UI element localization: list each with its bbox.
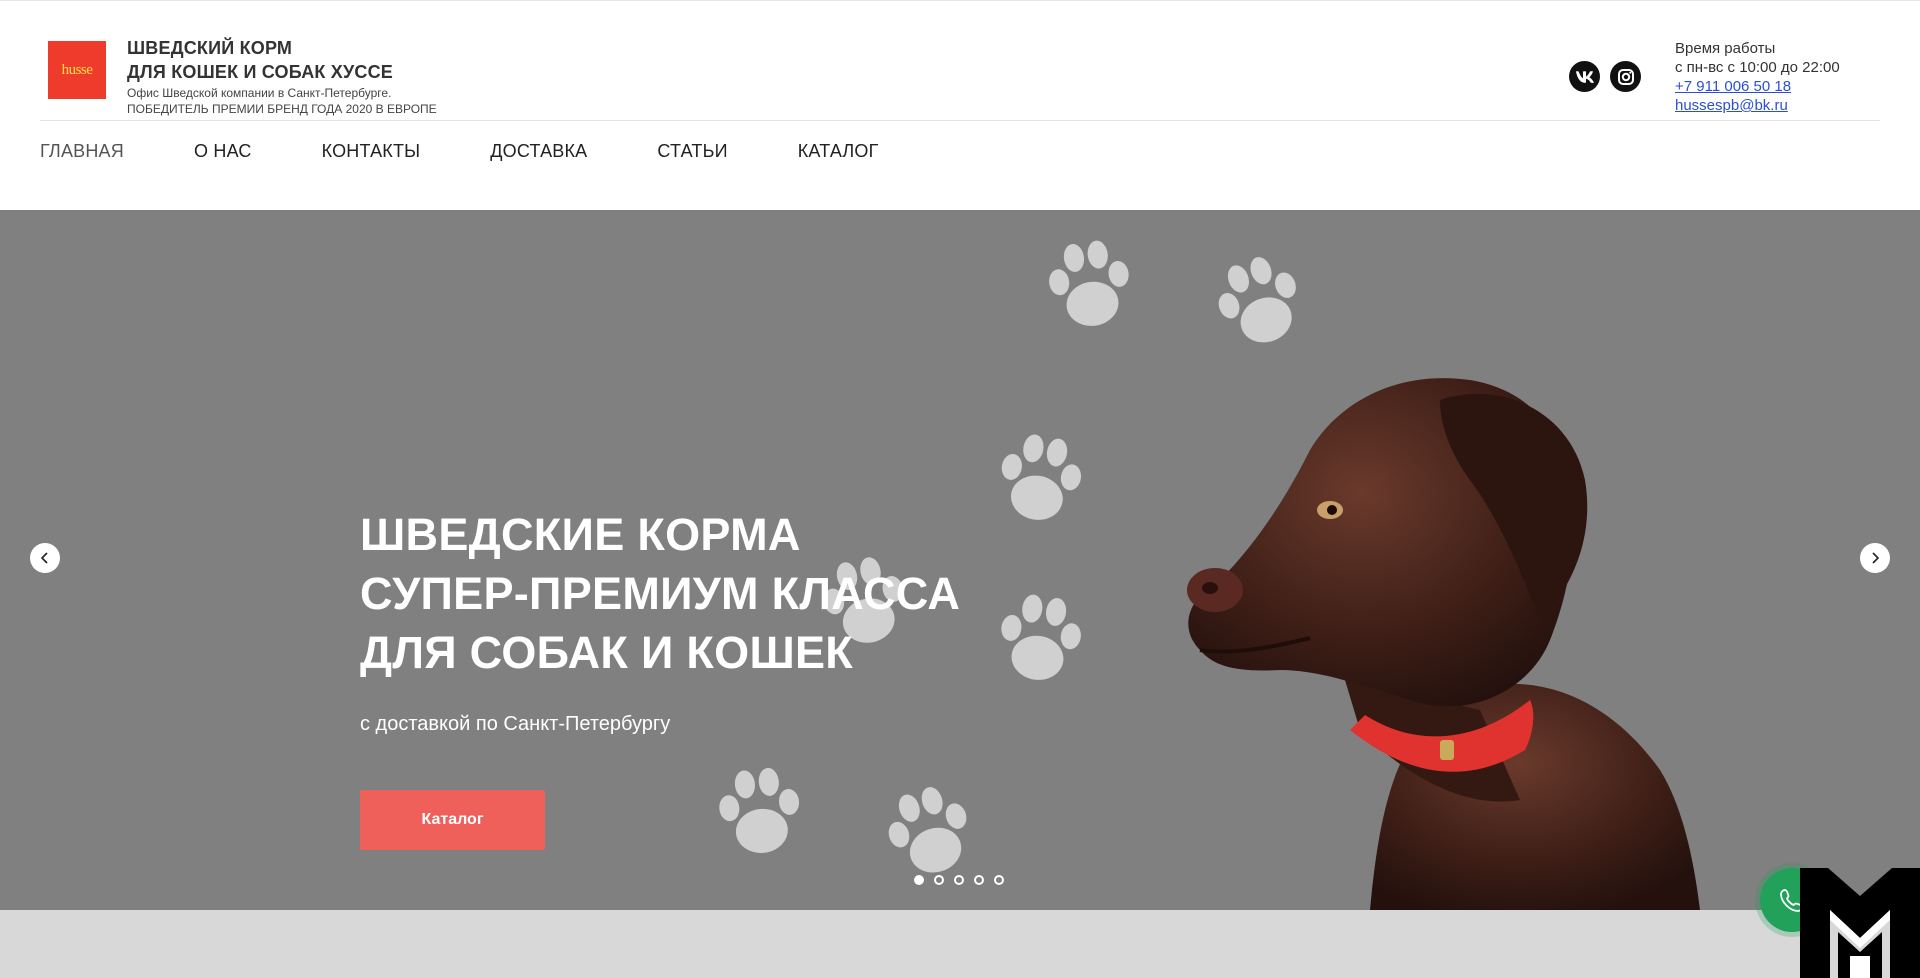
- brand-title-line-2: ДЛЯ КОШЕК И СОБАК ХУССЕ: [127, 62, 393, 82]
- dog-image: [1187, 378, 1700, 910]
- next-section: [0, 910, 1920, 978]
- instagram-icon[interactable]: [1610, 61, 1641, 92]
- contacts-block: Время работы с пн-вс с 10:00 до 22:00 +7…: [1675, 39, 1840, 115]
- hero-title-line-3: ДЛЯ СОБАК И КОШЕК: [360, 627, 854, 678]
- nav-item-contacts[interactable]: КОНТАКТЫ: [322, 141, 421, 161]
- slider-dot-1[interactable]: [914, 875, 924, 885]
- slider-dots: [914, 875, 1004, 885]
- hero-subtitle: с доставкой по Санкт-Петербургу: [360, 713, 671, 735]
- email-link[interactable]: hussespb@bk.ru: [1675, 96, 1840, 115]
- brand-mark-icon: [1800, 868, 1920, 978]
- phone-link[interactable]: +7 911 006 50 18: [1675, 77, 1840, 96]
- brand-title-line-1: ШВЕДСКИЙ КОРМ: [127, 38, 293, 58]
- nav-item-delivery[interactable]: ДОСТАВКА: [490, 141, 587, 161]
- header-divider: [40, 120, 1880, 121]
- brand-sub-line-2: ПОБЕДИТЕЛЬ ПРЕМИИ БРЕНД ГОДА 2020 В ЕВРО…: [127, 102, 437, 116]
- catalog-button[interactable]: Каталог: [360, 790, 545, 850]
- nav-item-catalog[interactable]: КАТАЛОГ: [798, 141, 879, 161]
- husse-logo[interactable]: husse: [48, 41, 106, 99]
- hero-title-line-2: СУПЕР-ПРЕМИУМ КЛАССА: [360, 568, 961, 619]
- chevron-right-icon: [1872, 552, 1880, 564]
- slider-dot-2[interactable]: [934, 875, 944, 885]
- paw-print-icon: [1001, 594, 1081, 680]
- hero-title: ШВЕДСКИЕ КОРМА СУПЕР-ПРЕМИУМ КЛАССА ДЛЯ …: [360, 505, 960, 682]
- hero-title-line-1: ШВЕДСКИЕ КОРМА: [360, 509, 801, 560]
- hero-slider: ШВЕДСКИЕ КОРМА СУПЕР-ПРЕМИУМ КЛАССА ДЛЯ …: [0, 210, 1920, 910]
- hours-value: с пн-вс с 10:00 до 22:00: [1675, 59, 1840, 76]
- paw-print-icon: [1049, 240, 1129, 326]
- social-links: [1569, 61, 1641, 92]
- paw-print-icon: [1218, 257, 1296, 343]
- slider-dot-3[interactable]: [954, 875, 964, 885]
- slider-dot-4[interactable]: [974, 875, 984, 885]
- chevron-left-icon: [40, 552, 48, 564]
- slider-prev-button[interactable]: [30, 543, 60, 573]
- slider-dot-5[interactable]: [994, 875, 1004, 885]
- logo-text: husse: [61, 61, 93, 78]
- main-nav: ГЛАВНАЯ О НАС КОНТАКТЫ ДОСТАВКА СТАТЬИ К…: [40, 141, 949, 161]
- slider-next-button[interactable]: [1860, 543, 1890, 573]
- nav-item-articles[interactable]: СТАТЬИ: [657, 141, 727, 161]
- nav-item-home[interactable]: ГЛАВНАЯ: [40, 141, 124, 161]
- paw-print-icon: [719, 767, 800, 853]
- hours-label: Время работы: [1675, 40, 1776, 57]
- nav-item-about[interactable]: О НАС: [194, 141, 252, 161]
- paw-print-icon: [1001, 434, 1082, 520]
- brand-sub-line-1: Офис Шведской компании в Санкт-Петербург…: [127, 86, 392, 100]
- site-header: husse ШВЕДСКИЙ КОРМ ДЛЯ КОШЕК И СОБАК ХУ…: [0, 1, 1920, 209]
- vk-icon[interactable]: [1569, 61, 1600, 92]
- brand-subtitle: Офис Шведской компании в Санкт-Петербург…: [127, 85, 437, 117]
- brand-title: ШВЕДСКИЙ КОРМ ДЛЯ КОШЕК И СОБАК ХУССЕ: [127, 36, 393, 84]
